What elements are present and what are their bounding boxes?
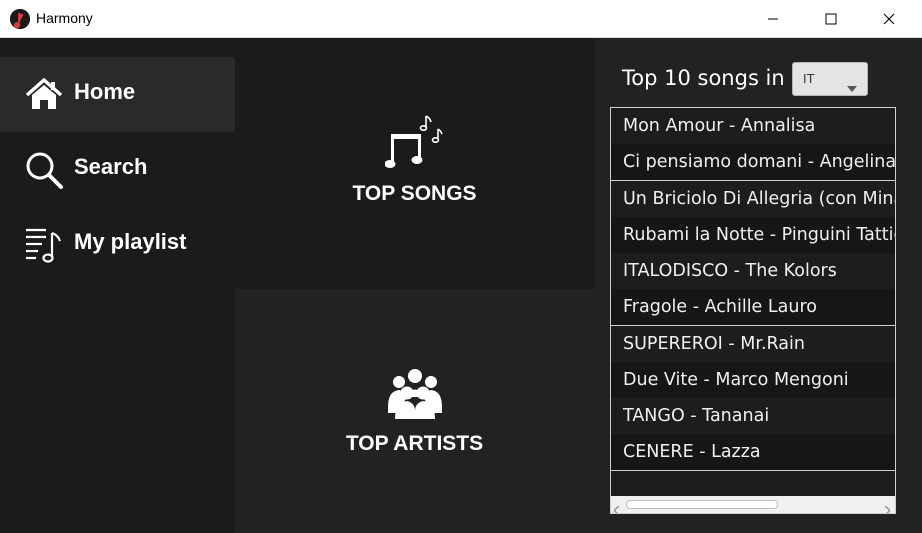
minimize-icon[interactable] <box>750 0 796 38</box>
country-dropdown-value: IT <box>803 71 815 86</box>
window-title: Harmony <box>36 10 93 26</box>
song-row[interactable]: Due Vite - Marco Mengoni <box>611 362 895 398</box>
song-row[interactable]: Mon Amour - Annalisa <box>611 108 895 144</box>
search-icon <box>24 150 64 190</box>
title-bar: Harmony <box>0 0 922 38</box>
scrollbar-thumb[interactable] <box>626 500 778 509</box>
nav-item-home[interactable]: Home <box>0 57 235 132</box>
song-row[interactable]: CENERE - Lazza <box>611 434 895 470</box>
song-row[interactable]: ITALODISCO - The Kolors <box>611 253 895 289</box>
list-divider <box>611 470 895 471</box>
song-row[interactable]: SUPEREROI - Mr.Rain <box>611 325 895 362</box>
people-group-icon <box>385 367 445 425</box>
top-songs-label: TOP SONGS <box>352 182 477 205</box>
top10-heading: Top 10 songs in <box>622 66 785 90</box>
top-artists-tile[interactable]: TOP ARTISTS <box>235 289 594 533</box>
scroll-right-icon[interactable] <box>884 500 891 513</box>
playlist-icon <box>24 225 64 265</box>
nav-label-search: Search <box>74 154 148 179</box>
sidebar: Home Search My playlist <box>0 38 235 533</box>
top10-panel: Top 10 songs in IT Mon Amour - Annalisa … <box>594 38 922 533</box>
top-songs-tile[interactable]: TOP SONGS <box>235 38 594 289</box>
song-row[interactable]: Rubami la Notte - Pinguini Tattici Nucle… <box>611 217 895 253</box>
horizontal-scrollbar[interactable] <box>611 496 895 513</box>
home-icon <box>24 75 64 115</box>
song-row[interactable]: Ci pensiamo domani - Angelina Mango <box>611 144 895 180</box>
top-artists-label: TOP ARTISTS <box>345 432 484 455</box>
nav-item-search[interactable]: Search <box>0 132 235 207</box>
close-icon[interactable] <box>866 0 912 38</box>
top10-song-list[interactable]: Mon Amour - Annalisa Ci pensiamo domani … <box>610 107 896 514</box>
scroll-left-icon[interactable] <box>613 500 620 513</box>
nav-label-home: Home <box>74 79 136 104</box>
nav-item-my-playlist[interactable]: My playlist <box>0 207 235 282</box>
nav-label-my-playlist: My playlist <box>74 229 187 254</box>
song-row[interactable]: Un Briciolo Di Allegria (con Mina) - Bla… <box>611 180 895 217</box>
song-row[interactable]: Fragole - Achille Lauro <box>611 289 895 325</box>
chevron-down-icon <box>847 77 857 96</box>
country-dropdown[interactable]: IT <box>792 62 868 96</box>
app-logo-icon <box>10 9 30 29</box>
music-notes-icon <box>384 114 443 176</box>
maximize-icon[interactable] <box>808 0 854 38</box>
song-row[interactable]: TANGO - Tananai <box>611 398 895 434</box>
